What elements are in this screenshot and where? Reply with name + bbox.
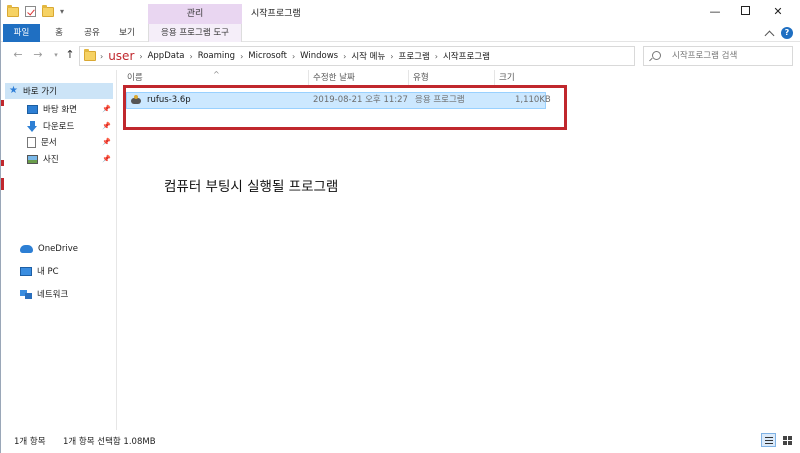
close-button[interactable]: ✕ xyxy=(765,3,791,21)
sidebar-item-downloads[interactable]: 다운로드 📌 xyxy=(27,118,115,134)
pin-icon: 📌 xyxy=(102,122,111,130)
tab-home[interactable]: 홈 xyxy=(48,24,70,42)
sidebar-item-this-pc[interactable]: 내 PC xyxy=(20,263,125,279)
breadcrumb-separator: › xyxy=(100,51,104,61)
status-bar: 1개 항목 1개 항목 선택함 1.08MB xyxy=(1,430,800,453)
large-icons-view-button[interactable] xyxy=(780,433,795,447)
breadcrumb-separator: › xyxy=(139,51,143,61)
breadcrumb-separator: › xyxy=(343,51,347,61)
context-tab-manage: 관리 xyxy=(148,4,242,24)
breadcrumb-start-menu[interactable]: 시작 메뉴 xyxy=(351,50,385,62)
sidebar-item-label: 문서 xyxy=(41,138,57,148)
sidebar-item-pictures[interactable]: 사진 📌 xyxy=(27,151,115,167)
column-header-date[interactable]: 수정한 날짜 xyxy=(308,70,404,86)
maximize-button[interactable] xyxy=(732,3,758,21)
breadcrumb-startup[interactable]: 시작프로그램 xyxy=(443,50,490,62)
help-icon[interactable]: ? xyxy=(781,27,793,39)
breadcrumb-roaming[interactable]: Roaming xyxy=(198,51,235,61)
desktop-icon xyxy=(27,104,38,114)
background-window-edge xyxy=(1,100,4,106)
breadcrumb: › user › AppData › Roaming › Microsoft ›… xyxy=(100,47,490,65)
sidebar-item-label: 다운로드 xyxy=(43,122,75,132)
pin-icon: 📌 xyxy=(102,105,111,113)
annotation-caption: 컴퓨터 부팅시 실행될 프로그램 xyxy=(164,179,339,195)
search-input[interactable]: 시작프로그램 검색 xyxy=(672,47,737,65)
recent-locations-button[interactable]: ▾ xyxy=(49,48,63,62)
tab-file[interactable]: 파일 xyxy=(3,24,40,42)
sort-ascending-icon: ^ xyxy=(213,70,220,79)
background-window-edge xyxy=(1,160,4,166)
selection-info: 1개 항목 선택함 1.08MB xyxy=(63,437,156,447)
breadcrumb-separator: › xyxy=(390,51,394,61)
sidebar-item-documents[interactable]: 문서 📌 xyxy=(27,134,115,150)
star-icon: ★ xyxy=(9,85,18,96)
item-count: 1개 항목 xyxy=(14,437,46,447)
sidebar-item-onedrive[interactable]: OneDrive xyxy=(20,241,125,257)
folder-icon xyxy=(84,49,96,61)
breadcrumb-separator: › xyxy=(189,51,193,61)
pin-icon: 📌 xyxy=(102,155,111,163)
up-button[interactable]: ↑ xyxy=(63,48,77,62)
column-header-size[interactable]: 크기 xyxy=(494,70,546,86)
sidebar-item-desktop[interactable]: 바탕 화면 📌 xyxy=(27,101,115,117)
document-icon xyxy=(27,136,36,148)
expand-ribbon-icon[interactable] xyxy=(764,30,775,40)
maximize-icon xyxy=(740,6,750,15)
customize-toolbar-icon[interactable]: ▾ xyxy=(60,7,64,16)
sidebar-item-label: 사진 xyxy=(43,155,59,165)
breadcrumb-separator: › xyxy=(291,51,296,61)
breadcrumb-separator: › xyxy=(434,51,438,61)
new-folder-icon[interactable] xyxy=(42,4,54,17)
column-header-name[interactable]: 이름 ^ xyxy=(123,70,303,86)
quick-access-toolbar: ▾ xyxy=(7,4,64,17)
search-box[interactable]: 시작프로그램 검색 xyxy=(643,46,793,66)
sidebar-item-network[interactable]: 네트워크 xyxy=(20,286,125,302)
breadcrumb-separator: › xyxy=(240,51,244,61)
background-window-edge xyxy=(1,178,4,190)
search-icon xyxy=(652,51,661,60)
details-view-button[interactable] xyxy=(761,433,776,447)
folder-icon[interactable] xyxy=(7,4,19,17)
sidebar-item-label: 바탕 화면 xyxy=(43,105,77,115)
navigation-bar: ← → ▾ ↑ › user › AppData › Roaming › Mic… xyxy=(1,42,800,70)
tab-application-tools[interactable]: 응용 프로그램 도구 xyxy=(148,24,242,42)
address-bar[interactable]: › user › AppData › Roaming › Microsoft ›… xyxy=(79,46,707,66)
download-icon xyxy=(27,120,38,132)
sidebar-item-label: OneDrive xyxy=(38,244,78,254)
annotation-highlight-box xyxy=(123,85,567,130)
breadcrumb-user[interactable]: user xyxy=(108,49,134,63)
breadcrumb-microsoft[interactable]: Microsoft xyxy=(248,51,287,61)
forward-button[interactable]: → xyxy=(31,48,45,62)
ribbon-tabs: 파일 홈 공유 보기 응용 프로그램 도구 ? xyxy=(1,24,800,42)
properties-icon[interactable] xyxy=(25,6,36,17)
column-header-type[interactable]: 유형 xyxy=(408,70,494,86)
pictures-icon xyxy=(27,154,38,164)
tab-share[interactable]: 공유 xyxy=(79,24,105,42)
network-icon xyxy=(20,289,32,299)
title-bar: ▾ 관리 시작프로그램 — ✕ xyxy=(1,0,800,24)
navigation-pane: ★ 바로 가기 바탕 화면 📌 다운로드 📌 문서 📌 사진 📌 OneDriv… xyxy=(1,70,117,430)
breadcrumb-programs[interactable]: 프로그램 xyxy=(399,50,430,62)
breadcrumb-appdata[interactable]: AppData xyxy=(148,51,185,61)
ribbon-controls: ? xyxy=(764,27,793,40)
minimize-button[interactable]: — xyxy=(702,3,728,21)
pin-icon: 📌 xyxy=(102,138,111,146)
sidebar-item-label: 내 PC xyxy=(37,267,59,277)
column-header-label: 이름 xyxy=(127,73,143,83)
cloud-icon xyxy=(20,245,33,253)
window-title: 시작프로그램 xyxy=(251,9,301,19)
breadcrumb-windows[interactable]: Windows xyxy=(300,51,338,61)
computer-icon xyxy=(20,266,32,276)
sidebar-item-label: 바로 가기 xyxy=(22,87,57,97)
tab-view[interactable]: 보기 xyxy=(114,24,140,42)
explorer-window: ▾ 관리 시작프로그램 — ✕ 파일 홈 공유 보기 응용 프로그램 도구 ? … xyxy=(0,0,800,453)
sidebar-item-label: 네트워크 xyxy=(37,290,69,300)
back-button[interactable]: ← xyxy=(11,48,25,62)
sidebar-item-quick-access[interactable]: ★ 바로 가기 xyxy=(5,83,113,99)
